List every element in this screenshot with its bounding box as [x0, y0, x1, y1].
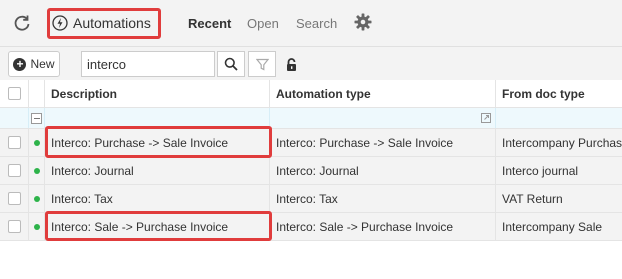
row-checkbox[interactable] [7, 220, 21, 233]
status-dot [33, 167, 40, 174]
search-button[interactable] [217, 51, 245, 77]
automations-button[interactable]: Automations [52, 11, 151, 35]
table-header-row: Description Automation type From doc typ… [0, 80, 622, 108]
search-icon [224, 57, 238, 71]
column-header-description[interactable]: Description [45, 80, 270, 107]
select-all-cell [0, 80, 29, 107]
tab-recent[interactable]: Recent [188, 16, 231, 31]
lightning-icon [52, 15, 68, 31]
unlock-icon[interactable] [285, 58, 299, 72]
refresh-icon[interactable] [12, 13, 32, 33]
filter-cell-from-doc-type[interactable] [496, 108, 622, 128]
plus-icon: + [13, 57, 27, 71]
row-select-cell [0, 129, 29, 156]
automation-type-cell[interactable]: Interco: Purchase -> Sale Invoice [270, 129, 496, 156]
row-select-cell [0, 157, 29, 184]
column-header-from-doc-type[interactable]: From doc type [496, 80, 622, 107]
filter-button[interactable] [248, 51, 276, 77]
table-row[interactable]: Interco: Sale -> Purchase Invoice Interc… [0, 213, 622, 241]
row-select-cell [0, 185, 29, 212]
status-dot [33, 223, 40, 230]
status-cell [29, 185, 45, 212]
automations-label: Automations [73, 15, 151, 31]
status-dot [33, 139, 40, 146]
toolbar: + New [0, 46, 622, 80]
table-empty-area [0, 241, 622, 279]
from-doc-type-cell[interactable]: Intercompany Sale [496, 213, 622, 240]
table-row[interactable]: Interco: Journal Interco: Journal Interc… [0, 157, 622, 185]
table-row[interactable]: Interco: Tax Interco: Tax VAT Return [0, 185, 622, 213]
expand-icon[interactable] [481, 113, 491, 123]
status-cell [29, 157, 45, 184]
status-dot [33, 195, 40, 202]
row-checkbox[interactable] [7, 192, 21, 205]
select-all-checkbox[interactable] [7, 87, 21, 100]
filter-cell-status [29, 108, 45, 128]
status-cell [29, 213, 45, 240]
column-header-automation-type[interactable]: Automation type [270, 80, 496, 107]
tab-search[interactable]: Search [296, 16, 337, 31]
row-select-cell [0, 213, 29, 240]
collapse-icon[interactable] [31, 112, 42, 124]
from-doc-type-cell[interactable]: Interco journal [496, 157, 622, 184]
description-cell[interactable]: Interco: Sale -> Purchase Invoice [45, 213, 270, 240]
gear-icon[interactable] [354, 13, 372, 31]
status-column-header [29, 80, 45, 107]
filter-cell-description[interactable] [45, 108, 270, 128]
new-button[interactable]: + New [8, 51, 60, 77]
search-input[interactable] [81, 51, 215, 77]
row-checkbox[interactable] [7, 164, 21, 177]
automation-type-cell[interactable]: Interco: Journal [270, 157, 496, 184]
new-label: New [30, 57, 55, 71]
table-row[interactable]: Interco: Purchase -> Sale Invoice Interc… [0, 129, 622, 157]
tab-open[interactable]: Open [247, 16, 279, 31]
automation-type-cell[interactable]: Interco: Tax [270, 185, 496, 212]
from-doc-type-cell[interactable]: Intercompany Purchase [496, 129, 622, 156]
filter-cell-automation-type[interactable] [270, 108, 496, 128]
description-cell[interactable]: Interco: Tax [45, 185, 270, 212]
status-cell [29, 129, 45, 156]
filter-row [0, 108, 622, 129]
description-cell[interactable]: Interco: Journal [45, 157, 270, 184]
from-doc-type-cell[interactable]: VAT Return [496, 185, 622, 212]
automation-type-cell[interactable]: Interco: Sale -> Purchase Invoice [270, 213, 496, 240]
filter-icon [255, 58, 269, 70]
description-cell[interactable]: Interco: Purchase -> Sale Invoice [45, 129, 270, 156]
top-bar: Automations Recent Open Search [0, 0, 622, 46]
filter-cell-select [0, 108, 29, 128]
row-checkbox[interactable] [7, 136, 21, 149]
